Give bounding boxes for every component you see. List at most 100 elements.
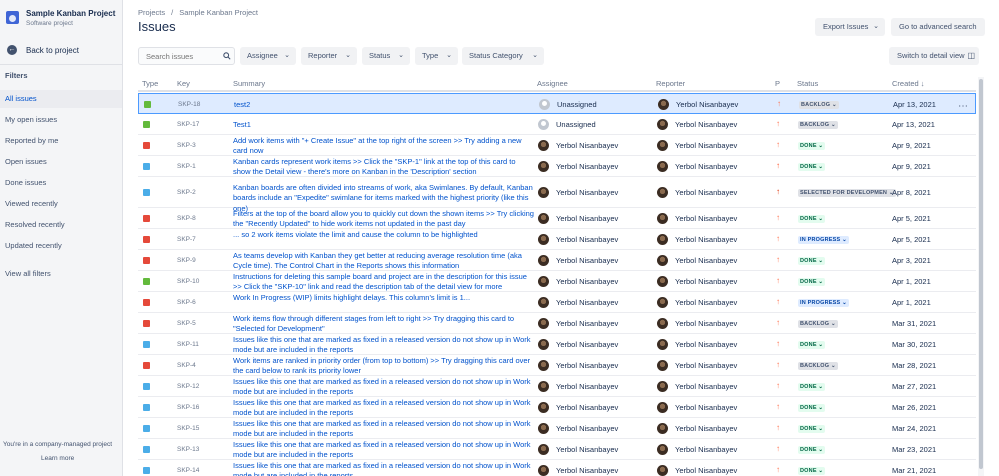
switch-detail-view-button[interactable]: Switch to detail view ◫ — [889, 47, 979, 65]
assignee-cell[interactable]: Yerbol Nisanbayev — [538, 422, 618, 434]
reporter-cell[interactable]: Yerbol Nisanbayev — [657, 160, 737, 172]
reporter-cell[interactable]: Yerbol Nisanbayev — [657, 118, 737, 130]
issue-key[interactable]: SKP-8 — [177, 215, 196, 222]
table-row[interactable]: SKP-6 Work In Progress (WIP) limits highl… — [138, 292, 976, 313]
issue-summary-link[interactable]: Work items are ranked in priority order … — [233, 356, 535, 377]
issue-key[interactable]: SKP-14 — [177, 467, 199, 474]
column-key[interactable]: Key — [177, 79, 190, 88]
reporter-cell[interactable]: Yerbol Nisanbayev — [657, 317, 737, 329]
assignee-cell[interactable]: Yerbol Nisanbayev — [538, 317, 618, 329]
table-row[interactable]: SKP-8 Filters at the top of the board all… — [138, 208, 976, 229]
issue-summary-link[interactable]: Work In Progress (WIP) limits highlight … — [233, 293, 535, 304]
table-row[interactable]: SKP-15 Issues like this one that are mark… — [138, 418, 976, 439]
advanced-search-button[interactable]: Go to advanced search — [891, 18, 985, 36]
back-to-project-link[interactable]: ← Back to project — [7, 45, 79, 55]
assignee-cell[interactable]: Yerbol Nisanbayev — [538, 359, 618, 371]
issue-key[interactable]: SKP-6 — [177, 299, 196, 306]
breadcrumb-project[interactable]: Sample Kanban Project — [179, 8, 258, 17]
reporter-cell[interactable]: Yerbol Nisanbayev — [657, 443, 737, 455]
filter-my-open-issues[interactable]: My open issues — [0, 111, 122, 129]
table-row[interactable]: SKP-11 Issues like this one that are mark… — [138, 334, 976, 355]
assignee-cell[interactable]: Yerbol Nisanbayev — [538, 233, 618, 245]
filter-updated-recently[interactable]: Updated recently — [0, 237, 122, 255]
breadcrumb-projects[interactable]: Projects — [138, 8, 165, 17]
table-row[interactable]: SKP-12 Issues like this one that are mark… — [138, 376, 976, 397]
filter-done-issues[interactable]: Done issues — [0, 174, 122, 192]
view-all-filters-link[interactable]: View all filters — [0, 265, 122, 283]
issue-key[interactable]: SKP-7 — [177, 236, 196, 243]
status-badge[interactable]: IN PROGRESS ⌄ — [798, 235, 849, 244]
status-badge[interactable]: DONE ⌄ — [798, 256, 826, 265]
status-badge[interactable]: DONE ⌄ — [798, 340, 826, 349]
issue-summary-link[interactable]: Issues like this one that are marked as … — [233, 461, 535, 476]
filter-viewed-recently[interactable]: Viewed recently — [0, 195, 122, 213]
issue-key[interactable]: SKP-9 — [177, 257, 196, 264]
issue-key[interactable]: SKP-2 — [177, 189, 196, 196]
status-badge[interactable]: DONE ⌄ — [798, 162, 826, 171]
issue-key[interactable]: SKP-1 — [177, 163, 196, 170]
reporter-cell[interactable]: Yerbol Nisanbayev — [657, 233, 737, 245]
table-row[interactable]: SKP-14 Issues like this one that are mark… — [138, 460, 976, 476]
issue-summary-link[interactable]: ... so 2 work items violate the limit an… — [233, 230, 535, 241]
status-badge[interactable]: BACKLOG ⌄ — [798, 120, 838, 129]
table-row[interactable]: SKP-9 As teams develop with Kanban they g… — [138, 250, 976, 271]
assignee-cell[interactable]: Yerbol Nisanbayev — [538, 296, 618, 308]
reporter-cell[interactable]: Yerbol Nisanbayev — [657, 380, 737, 392]
table-row[interactable]: SKP-16 Issues like this one that are mark… — [138, 397, 976, 418]
table-row[interactable]: SKP-4 Work items are ranked in priority o… — [138, 355, 976, 376]
status-badge[interactable]: IN PROGRESS ⌄ — [798, 298, 849, 307]
table-row[interactable]: SKP-3 Add work items with "+ Create Issue… — [138, 135, 976, 156]
scrollbar[interactable] — [978, 77, 984, 476]
status-filter[interactable]: Status ⌄ — [362, 47, 410, 65]
issue-summary-link[interactable]: Issues like this one that are marked as … — [233, 398, 535, 419]
assignee-filter[interactable]: Assignee ⌄ — [240, 47, 296, 65]
status-badge[interactable]: DONE ⌄ — [798, 466, 826, 475]
status-badge[interactable]: DONE ⌄ — [798, 277, 826, 286]
more-icon[interactable]: ⋯ — [958, 101, 969, 112]
table-row[interactable]: SKP-7 ... so 2 work items violate the lim… — [138, 229, 976, 250]
reporter-cell[interactable]: Yerbol Nisanbayev — [657, 296, 737, 308]
table-row[interactable]: SKP-10 Instructions for deleting this sam… — [138, 271, 976, 292]
issue-summary-link[interactable]: Issues like this one that are marked as … — [233, 419, 535, 440]
column-reporter[interactable]: Reporter — [656, 79, 685, 88]
assignee-cell[interactable]: Yerbol Nisanbayev — [538, 464, 618, 476]
assignee-cell[interactable]: Yerbol Nisanbayev — [538, 380, 618, 392]
table-row[interactable]: SKP-13 Issues like this one that are mark… — [138, 439, 976, 460]
table-row[interactable]: SKP-18 test2 Unassigned Yerbol Nisanbayev ↑ B… — [138, 93, 976, 114]
status-badge[interactable]: DONE ⌄ — [798, 382, 826, 391]
status-badge[interactable]: DONE ⌄ — [798, 214, 826, 223]
project-header[interactable]: Sample Kanban Project Software project — [6, 9, 115, 27]
assignee-cell[interactable]: Unassigned — [539, 98, 597, 110]
issue-key[interactable]: SKP-11 — [177, 341, 199, 348]
issue-key[interactable]: SKP-12 — [177, 383, 199, 390]
issue-key[interactable]: SKP-17 — [177, 121, 199, 128]
issue-summary-link[interactable]: Work items flow through different stages… — [233, 314, 535, 335]
status-badge[interactable]: SELECTED FOR DEVELOPMEN ⌄ — [798, 188, 896, 197]
status-badge[interactable]: DONE ⌄ — [798, 424, 826, 433]
table-row[interactable]: SKP-1 Kanban cards represent work items >… — [138, 156, 976, 177]
filter-all-issues[interactable]: All issues — [0, 90, 122, 108]
reporter-cell[interactable]: Yerbol Nisanbayev — [657, 254, 737, 266]
filter-resolved-recently[interactable]: Resolved recently — [0, 216, 122, 234]
status-badge[interactable]: DONE ⌄ — [798, 403, 826, 412]
reporter-cell[interactable]: Yerbol Nisanbayev — [657, 275, 737, 287]
issue-key[interactable]: SKP-18 — [178, 101, 200, 108]
issue-summary-link[interactable]: Filters at the top of the board allow yo… — [233, 209, 535, 230]
reporter-filter[interactable]: Reporter ⌄ — [301, 47, 357, 65]
issue-summary-link[interactable]: Test1 — [233, 120, 535, 131]
status-badge[interactable]: BACKLOG ⌄ — [798, 319, 838, 328]
column-assignee[interactable]: Assignee — [537, 79, 568, 88]
column-type[interactable]: Type — [142, 79, 158, 88]
table-row[interactable]: SKP-5 Work items flow through different s… — [138, 313, 976, 334]
type-filter[interactable]: Type ⌄ — [415, 47, 458, 65]
issue-summary-link[interactable]: Add work items with "+ Create Issue" at … — [233, 136, 535, 157]
export-issues-button[interactable]: Export Issues ⌄ — [815, 18, 885, 36]
issue-summary-link[interactable]: As teams develop with Kanban they get be… — [233, 251, 535, 272]
assignee-cell[interactable]: Yerbol Nisanbayev — [538, 160, 618, 172]
status-badge[interactable]: BACKLOG ⌄ — [798, 361, 838, 370]
column-created[interactable]: Created ↓ — [892, 79, 925, 88]
scroll-thumb[interactable] — [979, 79, 983, 469]
assignee-cell[interactable]: Yerbol Nisanbayev — [538, 338, 618, 350]
assignee-cell[interactable]: Yerbol Nisanbayev — [538, 401, 618, 413]
issue-key[interactable]: SKP-16 — [177, 404, 199, 411]
